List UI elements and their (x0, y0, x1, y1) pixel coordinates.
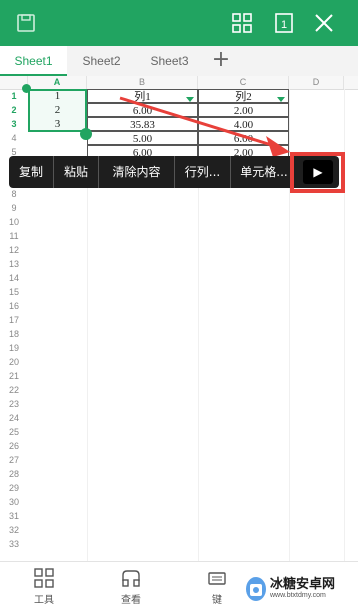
row-header[interactable]: 26 (0, 439, 28, 453)
view-icon (122, 570, 140, 587)
row-header[interactable]: 28 (0, 467, 28, 481)
cell-b3[interactable]: 35.83 (87, 117, 198, 131)
keyboard-icon (208, 572, 226, 585)
save-icon[interactable] (14, 11, 38, 35)
row-column-menu-item[interactable]: 行列... (175, 156, 231, 188)
row-header[interactable]: 15 (0, 285, 28, 299)
row-header[interactable]: 12 (0, 243, 28, 257)
column-header-b[interactable]: B (87, 76, 198, 89)
row-header[interactable]: 24 (0, 411, 28, 425)
row-header[interactable]: 11 (0, 229, 28, 243)
row-header[interactable]: 9 (0, 201, 28, 215)
row-header[interactable]: 8 (0, 187, 28, 201)
column-header-c[interactable]: C (198, 76, 289, 89)
watermark-logo-icon (246, 577, 266, 601)
row-header[interactable]: 4 (0, 131, 28, 145)
tab-sheet3[interactable]: Sheet3 (136, 46, 203, 76)
column-header-bar: A B C D (0, 76, 358, 90)
filter-dropdown-icon[interactable] (277, 97, 285, 102)
cell-c4[interactable]: 6.00 (198, 131, 289, 145)
row-header[interactable]: 27 (0, 453, 28, 467)
site-watermark: 冰糖安卓网 www.btxtdmy.com (244, 573, 358, 611)
row-header[interactable]: 23 (0, 397, 28, 411)
row-header[interactable]: 17 (0, 313, 28, 327)
cell-b1[interactable]: 列1 (87, 89, 198, 103)
watermark-url: www.btxtdmy.com (270, 592, 326, 599)
row-header[interactable]: 32 (0, 523, 28, 537)
cell-c3[interactable]: 4.00 (198, 117, 289, 131)
tools-icon (34, 568, 54, 588)
row-header[interactable]: 2 (0, 103, 28, 117)
keyboard-button[interactable]: 键 (192, 567, 242, 606)
tools-button[interactable]: 工具 (19, 567, 69, 606)
row-header[interactable]: 13 (0, 257, 28, 271)
row-header[interactable]: 33 (0, 537, 28, 551)
annotation-highlight-box (290, 152, 345, 193)
top-toolbar: 1 (0, 0, 358, 46)
row-header[interactable]: 3 (0, 117, 28, 131)
page-count-icon[interactable]: 1 (272, 11, 296, 35)
keyboard-label: 键 (212, 595, 222, 606)
filter-dropdown-icon[interactable] (186, 97, 194, 102)
cell-menu-item[interactable]: 单元格... (231, 156, 297, 188)
row-header[interactable]: 16 (0, 299, 28, 313)
svg-text:1: 1 (281, 19, 287, 31)
row-header[interactable]: 31 (0, 509, 28, 523)
row-header[interactable]: 21 (0, 369, 28, 383)
close-icon[interactable] (312, 11, 336, 35)
column-header-a[interactable]: A (28, 76, 87, 89)
cell-c2[interactable]: 2.00 (198, 103, 289, 117)
column-header-d[interactable]: D (289, 76, 344, 89)
row-header[interactable]: 25 (0, 425, 28, 439)
copy-menu-item[interactable]: 复制 (9, 156, 54, 188)
cell-b2[interactable]: 6.00 (87, 103, 198, 117)
paste-menu-item[interactable]: 粘贴 (54, 156, 99, 188)
watermark-title: 冰糖安卓网 (270, 577, 336, 592)
selection-end-handle[interactable] (80, 128, 92, 140)
tab-sheet2[interactable]: Sheet2 (68, 46, 135, 76)
view-label: 查看 (121, 595, 141, 606)
row-header[interactable]: 20 (0, 355, 28, 369)
cell-b4[interactable]: 5.00 (87, 131, 198, 145)
tab-sheet1[interactable]: Sheet1 (0, 46, 67, 76)
tools-label: 工具 (34, 595, 54, 606)
view-button[interactable]: 查看 (106, 567, 156, 606)
selection-start-handle[interactable] (22, 84, 31, 93)
row-header[interactable]: 18 (0, 327, 28, 341)
row-header[interactable]: 30 (0, 495, 28, 509)
row-header[interactable]: 10 (0, 215, 28, 229)
clear-content-menu-item[interactable]: 清除内容 (99, 156, 175, 188)
row-header[interactable]: 22 (0, 383, 28, 397)
add-sheet-button[interactable]: + (206, 46, 236, 76)
selection-range (28, 89, 87, 132)
row-header[interactable]: 14 (0, 271, 28, 285)
sheet-tabs: Sheet1 Sheet2 Sheet3 + (0, 46, 358, 77)
grid-view-icon[interactable] (230, 11, 254, 35)
cell-c1[interactable]: 列2 (198, 89, 289, 103)
row-header[interactable]: 29 (0, 481, 28, 495)
row-header[interactable]: 19 (0, 341, 28, 355)
